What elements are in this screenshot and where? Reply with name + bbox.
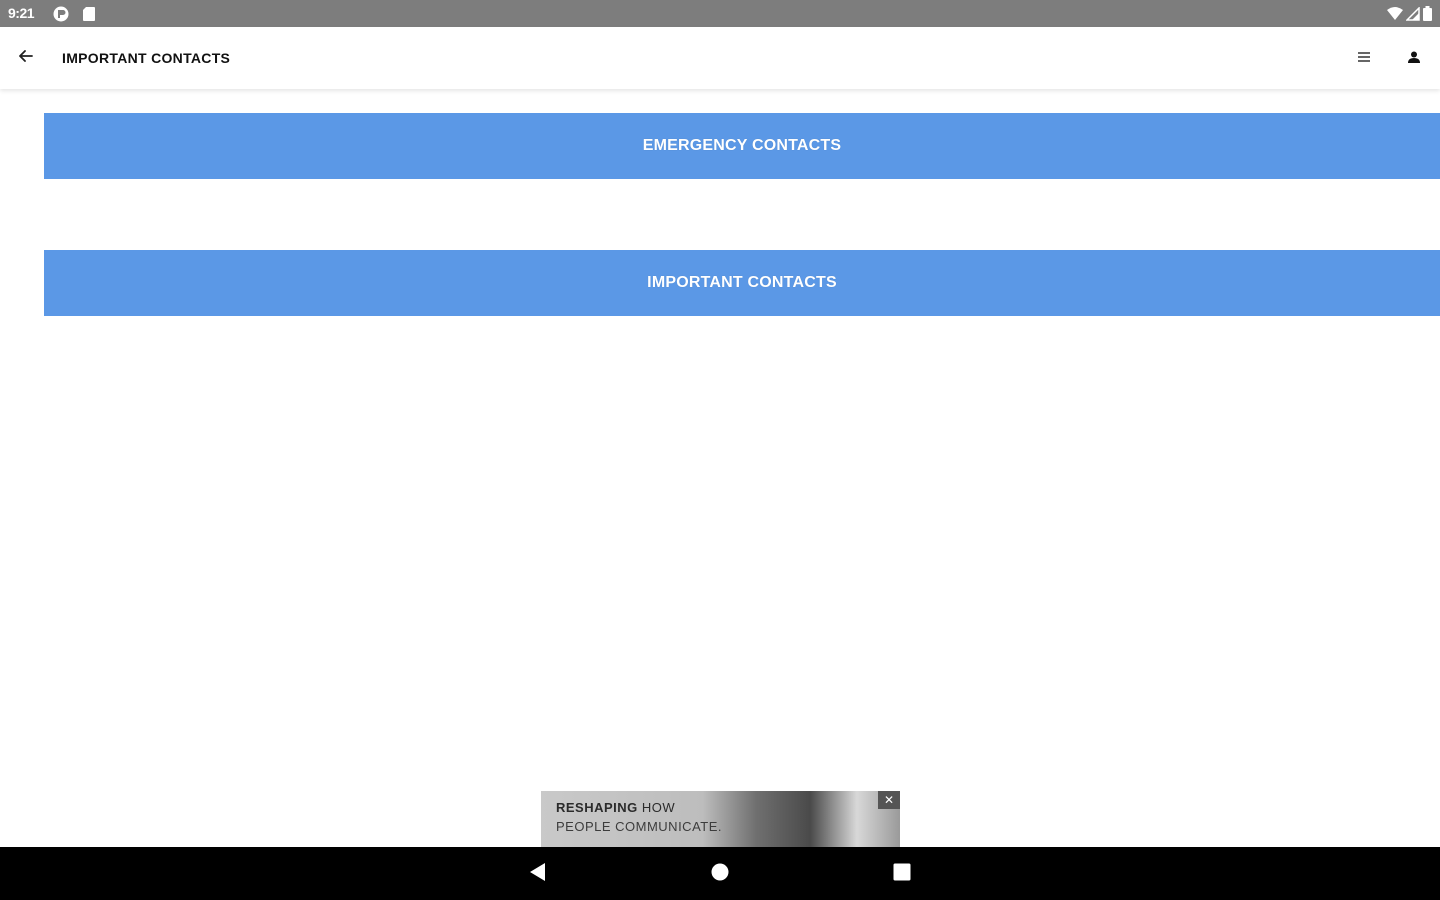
nav-home-icon [711,863,729,886]
nav-home-button[interactable] [706,860,734,888]
ad-headline-bold: RESHAPING [556,800,638,815]
ad-banner[interactable]: RESHAPING HOW PEOPLE COMMUNICATE. ✕ [541,791,900,847]
back-button[interactable] [12,44,40,72]
app-bar: IMPORTANT CONTACTS [0,27,1440,89]
arrow-back-icon [19,49,33,68]
page-title: IMPORTANT CONTACTS [62,50,231,66]
nav-back-button[interactable] [524,860,552,888]
account-button[interactable] [1400,45,1428,73]
wifi-icon [1387,6,1403,26]
status-time: 9:21 [8,5,35,21]
menu-button[interactable] [1350,45,1378,73]
battery-icon [1423,6,1432,26]
ad-headline-rest: HOW [637,800,676,815]
status-bar: 9:21 [0,0,1440,27]
menu-icon [1358,50,1370,68]
important-contacts-button[interactable]: IMPORTANT CONTACTS [44,250,1440,316]
nav-back-icon [529,862,547,887]
close-icon: ✕ [883,793,895,807]
sd-card-icon [82,6,96,27]
signal-icon [1405,5,1420,26]
emergency-contacts-button[interactable]: EMERGENCY CONTACTS [44,113,1440,179]
ad-headline: RESHAPING HOW [556,800,675,815]
person-icon [1408,50,1420,68]
navigation-bar [0,847,1440,900]
ad-close-button[interactable]: ✕ [878,791,900,809]
nav-recents-icon [893,863,911,886]
status-right-icons [1387,5,1432,26]
app-notification-icon [52,6,70,27]
nav-recents-button[interactable] [888,860,916,888]
ad-subline: PEOPLE COMMUNICATE. [556,819,723,834]
